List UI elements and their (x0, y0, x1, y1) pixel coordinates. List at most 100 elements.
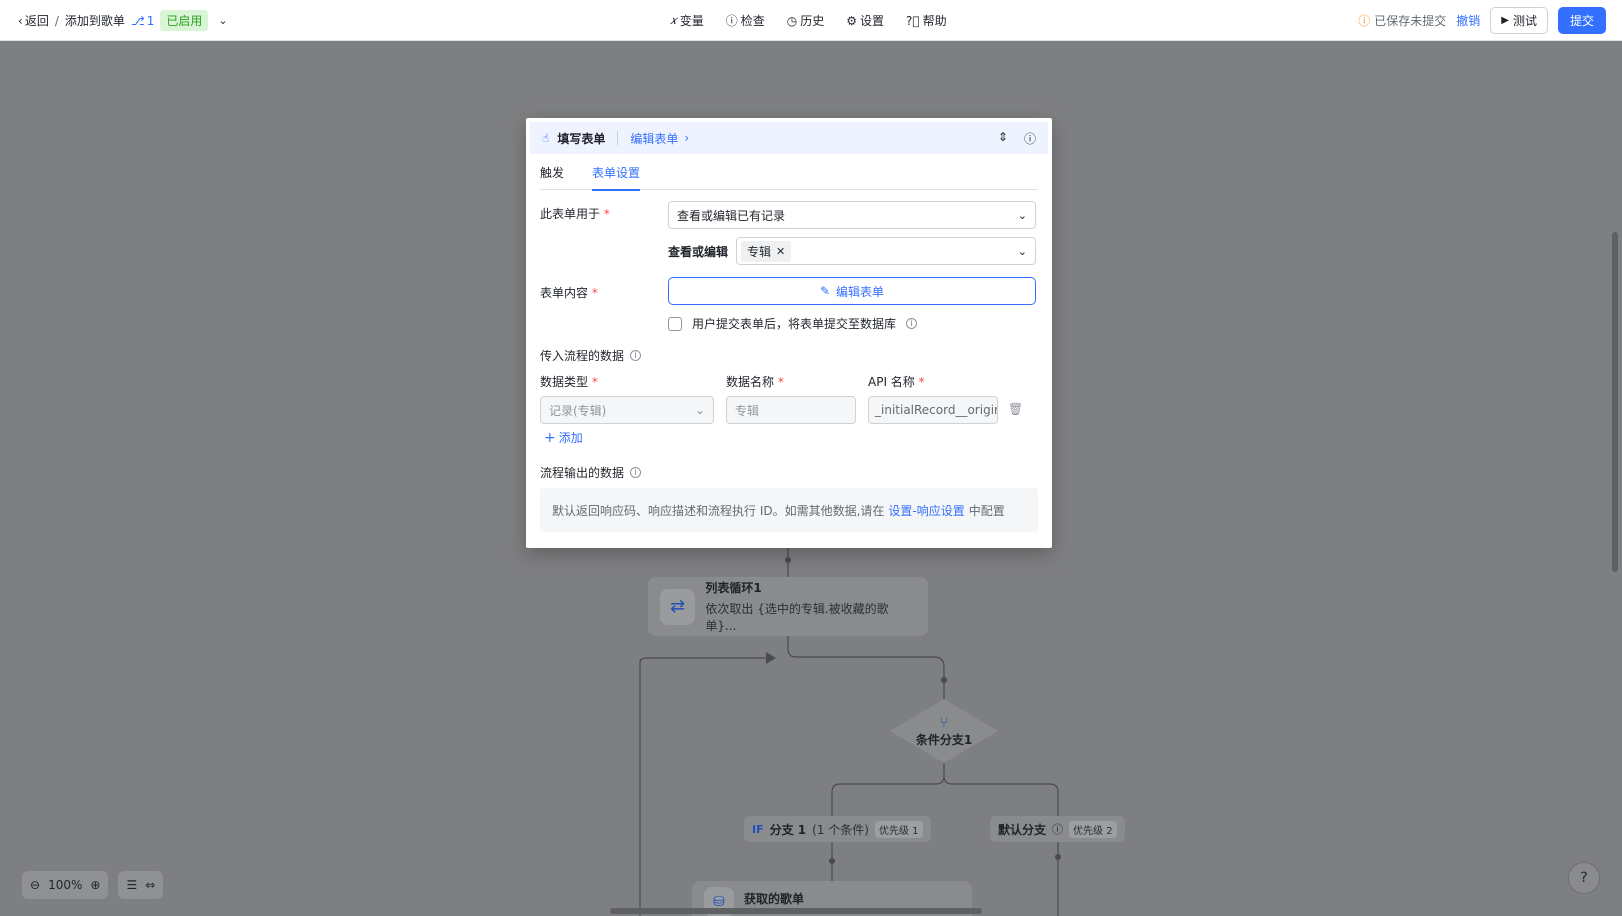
data-type-value: 记录(专辑) (549, 403, 607, 418)
save-status: ⓘ 已保存未提交 (1358, 12, 1446, 29)
data-name-input: 专辑 (726, 396, 856, 424)
edit-form-button[interactable]: ✎ 编辑表单 (668, 277, 1036, 305)
collapse-icon[interactable]: ⇕ (998, 130, 1008, 147)
horizontal-scrollbar[interactable] (610, 908, 982, 914)
info-icon: i (906, 318, 918, 329)
variable-icon: 𝑥 (670, 13, 677, 27)
col-api-name-text: API 名称 (868, 375, 915, 389)
required-mark: * (591, 375, 598, 389)
api-name-input: _initialRecord__origin (868, 396, 998, 424)
view-edit-select[interactable]: 专辑 ✕ ⌄ (736, 237, 1036, 265)
form-content-label: 表单内容 * (540, 284, 598, 301)
form-use-value: 查看或编辑已有记录 (677, 208, 786, 223)
menu-check[interactable]: ⓘ 检查 (726, 12, 765, 29)
menu-label: 变量 (679, 14, 704, 28)
view-edit-label: 查看或编辑 (668, 245, 729, 259)
chevron-down-icon[interactable]: ⌄ (218, 14, 227, 27)
form-settings-dialog: ☝ 填写表单 编辑表单 › ⇕ ⓘ 触发 表单设置 此表单用于 * 查看或编辑已… (526, 118, 1052, 548)
top-bar-left: ‹ 返回 / 添加到歌单 ⎇ 1 已启用 ⌄ (18, 0, 228, 41)
branch-1-priority: 优先级 1 (874, 820, 923, 838)
zoom-toolbar: ⊖ 100% ⊕ ☰ ⇔ (22, 871, 164, 899)
menu-label: 帮助 (922, 14, 947, 28)
help-icon[interactable]: ⓘ (1024, 130, 1036, 147)
warning-icon: ⓘ (1358, 14, 1371, 28)
form-use-select[interactable]: 查看或编辑已有记录 ⌄ (668, 201, 1036, 229)
branch-1-cond: (1 个条件) (812, 822, 869, 837)
top-bar-right: ⓘ 已保存未提交 撤销 ▶ 测试 提交 (1358, 0, 1606, 41)
branch-node-title: 条件分支1 (915, 732, 973, 747)
menu-label: 设置 (860, 14, 885, 28)
required-mark: * (777, 375, 784, 389)
pencil-icon: ✎ (819, 284, 831, 298)
trash-icon[interactable]: 🗑 (1008, 402, 1023, 416)
chevron-right-icon: › (684, 131, 690, 145)
submit-button[interactable]: 提交 (1557, 7, 1606, 34)
required-mark: * (591, 286, 598, 300)
chevron-left-icon: ‹ (18, 13, 23, 28)
menu-label: 历史 (800, 14, 825, 28)
branch-1-pill[interactable]: IF 分支 1 (1 个条件) 优先级 1 (744, 816, 931, 842)
required-mark: * (603, 207, 610, 221)
hand-pointer-icon: ☝ (542, 131, 550, 145)
help-fab-icon[interactable]: ? (1568, 862, 1600, 894)
data-name-value: 专辑 (735, 403, 760, 418)
input-data-heading: 传入流程的数据 i (540, 347, 642, 364)
form-use-label: 此表单用于 * (540, 205, 610, 222)
info-icon: i (630, 350, 642, 361)
layout-controls: ☰ ⇔ (118, 871, 164, 899)
data-type-select: 记录(专辑) ⌄ (540, 396, 714, 424)
back-link[interactable]: ‹ 返回 (18, 12, 49, 29)
loop-node[interactable]: ⇄ 列表循环1 依次取出 {选中的专辑.被收藏的歌单}... (648, 577, 928, 636)
check-icon: ⓘ (725, 14, 738, 28)
add-data-button[interactable]: + 添加 (544, 429, 583, 446)
menu-history[interactable]: ◷ 历史 (787, 12, 825, 29)
play-icon: ▶ (1501, 15, 1509, 26)
menu-variables[interactable]: 𝑥 变量 (670, 12, 704, 29)
test-button[interactable]: ▶ 测试 (1490, 7, 1548, 34)
default-branch-label: 默认分支 (998, 822, 1047, 837)
form-content-label-text: 表单内容 (540, 286, 589, 300)
menu-settings[interactable]: ⚙ 设置 (846, 12, 884, 29)
undo-link[interactable]: 撤销 (1456, 12, 1480, 29)
submit-to-db-checkbox[interactable] (668, 316, 682, 331)
edit-form-link[interactable]: 编辑表单 › (630, 130, 689, 147)
form-use-label-text: 此表单用于 (540, 207, 601, 221)
branch-node[interactable]: ⑂ 条件分支1 (890, 699, 998, 763)
test-label: 测试 (1512, 14, 1537, 28)
zoom-in-icon[interactable]: ⊕ (90, 878, 100, 892)
status-badge: 已启用 (160, 10, 209, 31)
submit-to-db-option: 用户提交表单后，将表单提交至数据库 i (668, 315, 918, 332)
version-indicator[interactable]: ⎇ 1 (131, 14, 154, 28)
menu-help[interactable]: ?⃝ 帮助 (906, 12, 947, 29)
auto-layout-icon[interactable]: ☰ (126, 878, 137, 892)
dialog-header-actions: ⇕ ⓘ (998, 130, 1036, 147)
default-branch-pill[interactable]: 默认分支 ⓘ 优先级 2 (990, 816, 1125, 842)
get-records-title: 获取的歌单 (744, 892, 805, 906)
close-icon[interactable]: ✕ (776, 245, 785, 258)
vertical-scrollbar[interactable] (1612, 232, 1618, 572)
col-data-type-text: 数据类型 (540, 375, 589, 389)
history-icon: ◷ (786, 13, 798, 28)
header-divider (617, 131, 619, 145)
col-api-name: API 名称 * (868, 373, 925, 390)
response-settings-link[interactable]: 设置-响应设置 (888, 502, 964, 519)
tab-trigger[interactable]: 触发 (540, 162, 564, 190)
save-status-text: 已保存未提交 (1374, 14, 1447, 28)
zoom-level: 100% (48, 878, 83, 892)
zoom-out-icon[interactable]: ⊖ (30, 878, 40, 892)
input-data-heading-text: 传入流程的数据 (540, 349, 625, 363)
loop-node-title: 列表循环1 (705, 581, 762, 595)
output-data-heading-text: 流程输出的数据 (540, 466, 625, 480)
version-number: 1 (146, 13, 155, 28)
fit-view-icon[interactable]: ⇔ (145, 878, 155, 892)
top-menu: 𝑥 变量 ⓘ 检查 ◷ 历史 ⚙ 设置 ?⃝ 帮助 (670, 0, 947, 41)
breadcrumb-separator: / (54, 13, 59, 28)
dialog-header: ☝ 填写表单 编辑表单 › ⇕ ⓘ (530, 122, 1048, 154)
col-data-type: 数据类型 * (540, 373, 598, 390)
edit-form-button-label: 编辑表单 (836, 284, 885, 299)
api-name-value: _initialRecord__origin (875, 403, 998, 417)
output-data-box: 默认返回响应码、响应描述和流程执行 ID。如需其他数据,请在 设置-响应设置 中… (540, 488, 1038, 532)
flow-title: 添加到歌单 (64, 14, 125, 28)
tab-form-settings[interactable]: 表单设置 (592, 162, 641, 191)
submit-to-db-label: 用户提交表单后，将表单提交至数据库 (692, 317, 897, 331)
